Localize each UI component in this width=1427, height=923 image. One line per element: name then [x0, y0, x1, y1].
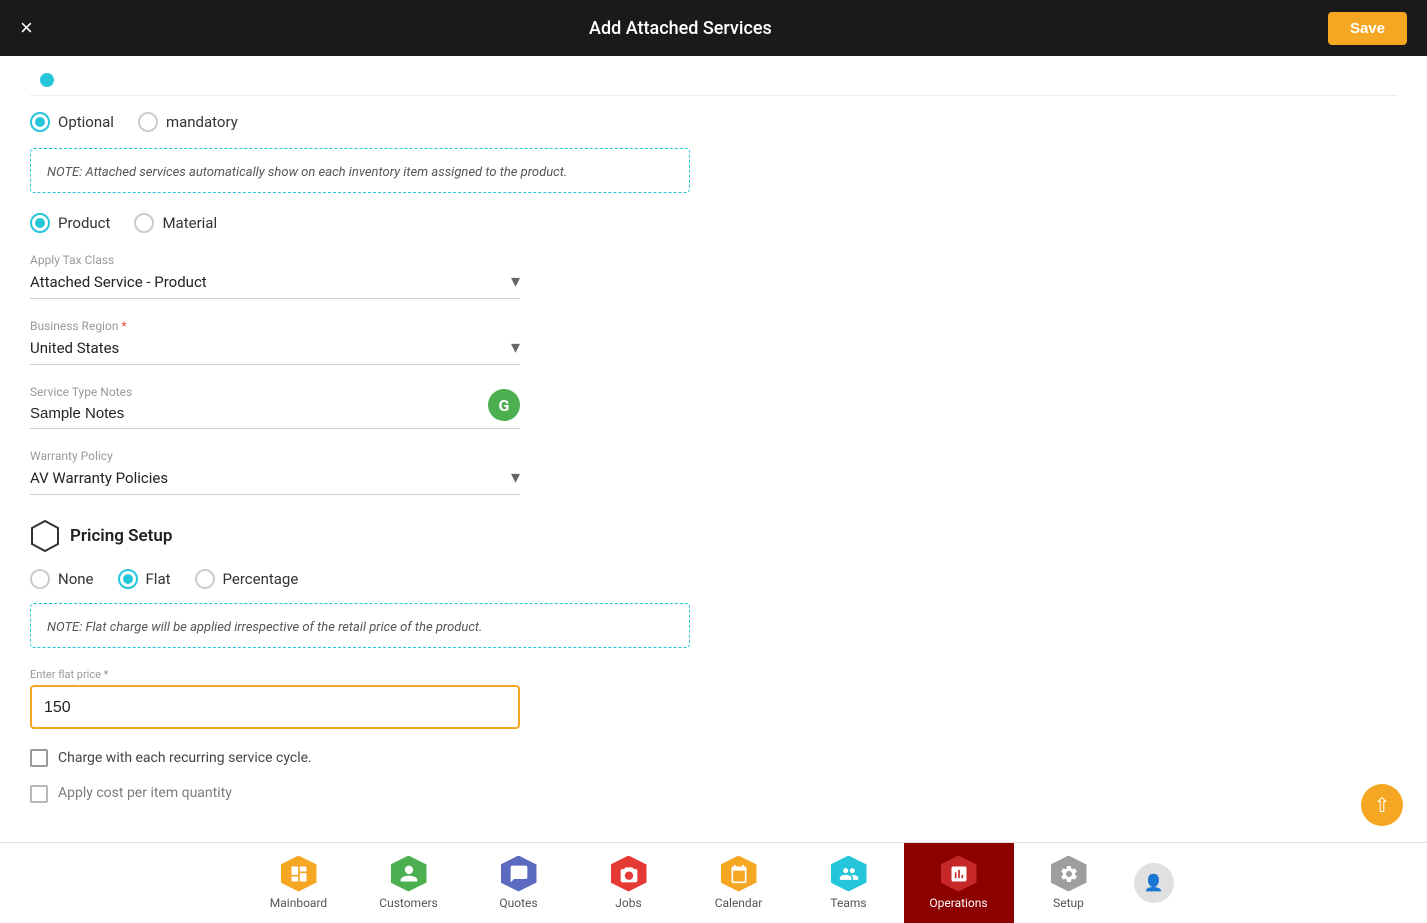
calendar-icon — [721, 856, 757, 892]
nav-item-setup[interactable]: Setup — [1014, 843, 1124, 923]
flat-note-text: NOTE: Flat charge will be applied irresp… — [47, 620, 482, 635]
setup-label: Setup — [1053, 896, 1084, 910]
close-button[interactable]: × — [20, 17, 33, 39]
business-region-label: Business Region * — [30, 319, 520, 333]
apply-tax-class-value: Attached Service - Product — [30, 273, 511, 291]
bottom-navigation: Mainboard Customers Quotes Jobs Calendar… — [0, 842, 1427, 922]
dialog-title: Add Attached Services — [589, 18, 772, 39]
pricing-flat-label: Flat — [146, 570, 171, 588]
user-avatar: 👤 — [1134, 863, 1174, 903]
app-header: × Add Attached Services Save — [0, 0, 1427, 56]
grammarly-icon: G — [488, 389, 520, 421]
operations-icon — [941, 856, 977, 892]
mainboard-icon — [281, 856, 317, 892]
service-type-notes-field: Service Type Notes G — [30, 385, 520, 429]
calendar-label: Calendar — [715, 896, 763, 910]
apply-cost-partial: Apply cost per item quantity — [30, 781, 1397, 803]
jobs-label: Jobs — [615, 896, 641, 910]
optional-label: Optional — [58, 113, 114, 131]
warranty-policy-field: Warranty Policy AV Warranty Policies ▾ — [30, 449, 520, 495]
apply-cost-checkbox-box[interactable] — [30, 785, 48, 803]
flat-price-label: Enter flat price * — [30, 668, 520, 681]
customers-label: Customers — [379, 896, 437, 910]
nav-item-avatar[interactable]: 👤 — [1124, 843, 1184, 923]
scroll-up-button[interactable]: ⇧ — [1361, 784, 1403, 826]
business-region-required: * — [121, 319, 126, 333]
optional-radio[interactable]: Optional — [30, 112, 114, 132]
service-type-notes-label: Service Type Notes — [30, 385, 520, 399]
business-region-value: United States — [30, 339, 511, 357]
nav-item-calendar[interactable]: Calendar — [684, 843, 794, 923]
pricing-setup-title: Pricing Setup — [70, 526, 172, 546]
material-radio[interactable]: Material — [134, 213, 217, 233]
nav-item-teams[interactable]: Teams — [794, 843, 904, 923]
warranty-policy-select[interactable]: AV Warranty Policies ▾ — [30, 467, 520, 495]
pricing-setup-section-header: Pricing Setup — [30, 519, 1397, 553]
mandatory-label: mandatory — [166, 113, 238, 131]
warranty-policy-arrow-icon: ▾ — [511, 467, 520, 488]
teams-icon — [831, 856, 867, 892]
business-region-select[interactable]: United States ▾ — [30, 337, 520, 365]
quotes-label: Quotes — [499, 896, 537, 910]
teams-label: Teams — [830, 896, 866, 910]
setup-icon — [1051, 856, 1087, 892]
nav-item-customers[interactable]: Customers — [354, 843, 464, 923]
pricing-none-radio[interactable]: None — [30, 569, 94, 589]
customers-icon — [391, 856, 427, 892]
charge-recurring-label: Charge with each recurring service cycle… — [58, 750, 312, 766]
apply-tax-class-select[interactable]: Attached Service - Product ▾ — [30, 271, 520, 299]
nav-item-operations[interactable]: Operations — [904, 843, 1014, 923]
save-button[interactable]: Save — [1328, 12, 1407, 45]
quotes-icon — [501, 856, 537, 892]
mainboard-label: Mainboard — [270, 896, 327, 910]
nav-item-quotes[interactable]: Quotes — [464, 843, 574, 923]
business-region-arrow-icon: ▾ — [511, 337, 520, 358]
business-region-field: Business Region * United States ▾ — [30, 319, 520, 365]
pricing-none-label: None — [58, 570, 94, 588]
charge-recurring-checkbox[interactable]: Charge with each recurring service cycle… — [30, 749, 1397, 767]
material-radio-circle — [134, 213, 154, 233]
product-label: Product — [58, 214, 110, 232]
apply-tax-class-arrow-icon: ▾ — [511, 271, 520, 292]
flat-price-field: Enter flat price * — [30, 668, 520, 729]
optional-mandatory-group: Optional mandatory — [30, 112, 1397, 132]
warranty-policy-label: Warranty Policy — [30, 449, 520, 463]
flat-price-input[interactable] — [44, 699, 506, 717]
pricing-percentage-label: Percentage — [223, 570, 299, 588]
nav-item-jobs[interactable]: Jobs — [574, 843, 684, 923]
flat-note-box: NOTE: Flat charge will be applied irresp… — [30, 603, 690, 648]
apply-tax-class-field: Apply Tax Class Attached Service - Produ… — [30, 253, 520, 299]
pricing-percentage-circle — [195, 569, 215, 589]
mandatory-radio[interactable]: mandatory — [138, 112, 238, 132]
charge-recurring-checkbox-box — [30, 749, 48, 767]
material-label: Material — [162, 214, 217, 232]
content-area: Optional mandatory NOTE: Attached servic… — [0, 56, 1427, 842]
flat-price-input-wrapper — [30, 685, 520, 729]
product-radio[interactable]: Product — [30, 213, 110, 233]
pricing-type-group: None Flat Percentage — [30, 569, 1397, 589]
service-type-notes-input[interactable] — [30, 405, 520, 429]
nav-item-mainboard[interactable]: Mainboard — [244, 843, 354, 923]
pricing-setup-hex-icon — [30, 519, 60, 553]
note-text: NOTE: Attached services automatically sh… — [47, 165, 567, 180]
apply-cost-label: Apply cost per item quantity — [58, 785, 232, 801]
progress-indicator — [40, 73, 54, 87]
product-material-group: Product Material — [30, 213, 1397, 233]
pricing-flat-radio[interactable]: Flat — [118, 569, 171, 589]
apply-tax-class-label: Apply Tax Class — [30, 253, 520, 267]
warranty-policy-value: AV Warranty Policies — [30, 469, 511, 487]
product-radio-circle — [30, 213, 50, 233]
note-box: NOTE: Attached services automatically sh… — [30, 148, 690, 193]
pricing-none-circle — [30, 569, 50, 589]
top-partial-row — [30, 56, 1397, 96]
mandatory-radio-circle — [138, 112, 158, 132]
optional-radio-circle — [30, 112, 50, 132]
operations-label: Operations — [929, 896, 987, 910]
pricing-percentage-radio[interactable]: Percentage — [195, 569, 299, 589]
jobs-icon — [611, 856, 647, 892]
pricing-flat-circle — [118, 569, 138, 589]
